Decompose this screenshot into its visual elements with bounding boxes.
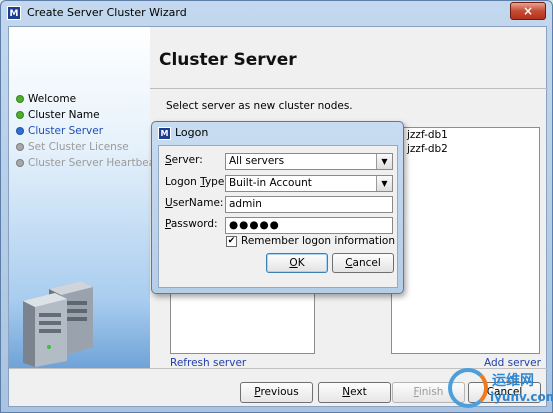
step-status-icon — [16, 95, 24, 103]
watermark-en-text: iyunv.com — [490, 390, 553, 404]
server-select[interactable]: All servers ▼ — [225, 153, 393, 170]
finish-label: inish — [418, 386, 444, 398]
chevron-down-icon[interactable]: ▼ — [376, 176, 392, 191]
step-cluster-server-heartbeat: Cluster Server Heartbeat — [16, 155, 159, 171]
step-status-icon — [16, 143, 24, 151]
logon-type-value: Built-in Account — [229, 177, 312, 189]
dialog-app-icon: M — [158, 127, 171, 140]
step-label: Cluster Server Heartbeat — [28, 157, 160, 169]
previous-label: revious — [260, 386, 299, 398]
server-mnemonic: S — [165, 154, 172, 166]
step-label: Cluster Server — [28, 125, 104, 137]
wizard-window: M Create Server Cluster Wizard × Welcome… — [0, 0, 553, 413]
cluster-node-label: jzzf-db2 — [407, 143, 448, 155]
cluster-node-item[interactable]: jzzf-db2 — [392, 142, 539, 156]
step-status-icon — [16, 111, 24, 119]
username-input[interactable]: admin — [225, 196, 393, 213]
app-icon: M — [7, 6, 21, 20]
step-set-cluster-license: Set Cluster License — [16, 139, 159, 155]
ok-mnemonic: O — [289, 257, 298, 269]
step-label: Welcome — [28, 93, 77, 105]
password-input[interactable]: ●●●●● — [225, 217, 393, 234]
step-cluster-name: Cluster Name — [16, 107, 159, 123]
step-cluster-server: Cluster Server — [16, 123, 159, 139]
chevron-down-icon[interactable]: ▼ — [376, 154, 392, 169]
page-title: Cluster Server — [159, 50, 297, 70]
username-label-text: serName: — [172, 197, 224, 209]
ok-label: K — [297, 257, 305, 269]
steps-list: Welcome Cluster Name Cluster Server Set Clu… — [16, 91, 159, 171]
step-welcome: Welcome — [16, 91, 159, 107]
window-title: Create Server Cluster Wizard — [27, 6, 187, 19]
server-towers-illustration — [23, 281, 93, 367]
step-label: Cluster Name — [28, 109, 100, 121]
remember-checkbox[interactable]: ✔ — [226, 236, 237, 247]
logon-dialog: M Logon Server: All servers ▼ Logon Type… — [151, 121, 404, 294]
instruction-text: Select server as new cluster nodes. — [166, 100, 353, 112]
header-divider — [150, 88, 548, 89]
step-status-icon — [16, 159, 24, 167]
watermark-cn-text: 运维网 — [492, 373, 534, 389]
step-status-icon — [16, 127, 24, 135]
server-label-text: erver: — [171, 154, 203, 166]
dialog-cancel-button[interactable]: Cancel — [332, 253, 394, 273]
remember-label[interactable]: Remember logon information — [241, 235, 395, 247]
next-button[interactable]: Next — [318, 382, 391, 403]
site-watermark: 运维网 iyunv.com — [448, 368, 553, 412]
server-label: Server: — [165, 154, 203, 166]
cluster-node-item[interactable]: jzzf-db1 — [392, 128, 539, 142]
wizard-steps-panel: Welcome Cluster Name Cluster Server Set Clu… — [9, 27, 159, 368]
dialog-title: Logon — [175, 126, 209, 139]
close-button[interactable]: × — [510, 2, 546, 20]
logon-type-label: Logon Type: — [165, 176, 228, 188]
logon-type-select[interactable]: Built-in Account ▼ — [225, 175, 393, 192]
cluster-nodes-list[interactable]: jzzf-db1 jzzf-db2 — [391, 127, 540, 354]
password-label-text: assword: — [170, 218, 218, 230]
logon-type-label-pre: Logon — [165, 176, 201, 188]
username-mnemonic: U — [165, 197, 173, 209]
dialog-cancel-label: ancel — [352, 257, 381, 269]
next-mnemonic: N — [342, 386, 351, 398]
step-label: Set Cluster License — [28, 141, 129, 153]
cluster-node-label: jzzf-db1 — [407, 129, 448, 141]
title-bar[interactable]: M Create Server Cluster Wizard × — [1, 1, 552, 25]
username-label: UserName: — [165, 197, 223, 209]
next-label: ext — [350, 386, 367, 398]
watermark-logo-ring — [448, 368, 488, 408]
logon-form: Server: All servers ▼ Logon Type: Built-… — [158, 145, 398, 288]
dialog-cancel-mnemonic: C — [345, 257, 353, 269]
server-select-value: All servers — [229, 155, 285, 167]
password-label: Password: — [165, 218, 218, 230]
ok-button[interactable]: OK — [266, 253, 328, 273]
previous-button[interactable]: Previous — [240, 382, 313, 403]
